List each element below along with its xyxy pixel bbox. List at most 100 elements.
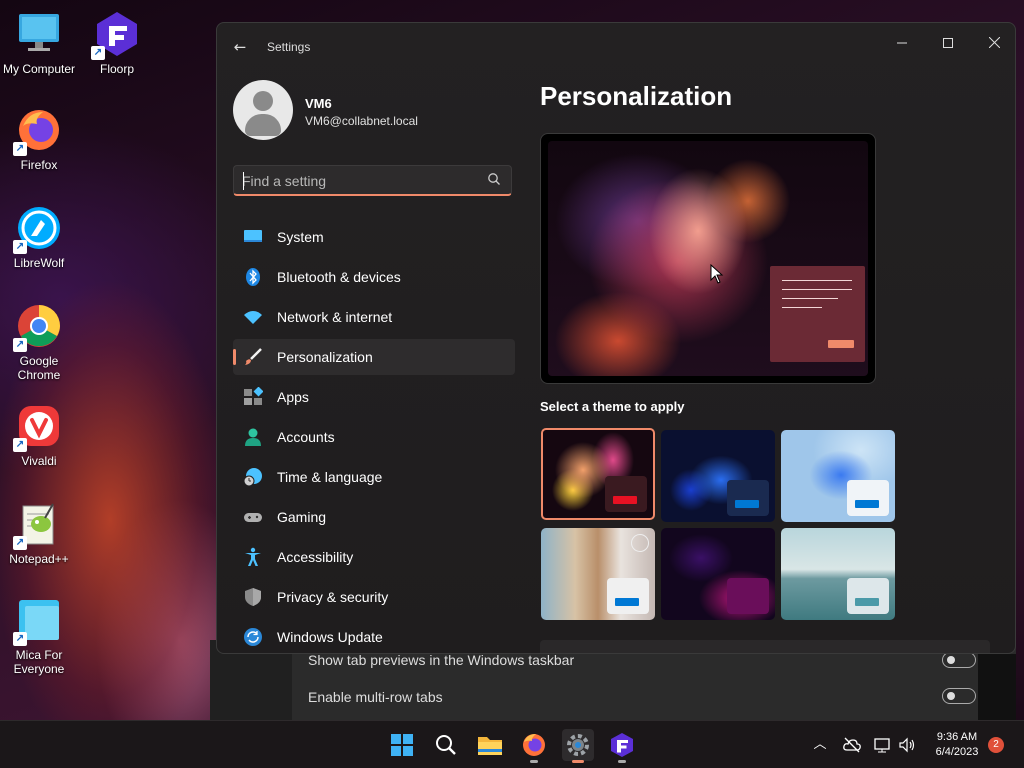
tab-previews-toggle[interactable]: [942, 652, 976, 668]
firefox-icon: [523, 734, 545, 756]
sidebar-item-bluetooth[interactable]: Bluetooth & devices: [233, 259, 515, 295]
accessibility-icon: [245, 547, 261, 566]
desktop-icon-floorp[interactable]: ↗ Floorp: [78, 10, 156, 76]
sidebar-item-accounts[interactable]: Accounts: [233, 419, 515, 455]
sidebar-item-accessibility[interactable]: Accessibility: [233, 539, 515, 575]
sidebar-item-personalization[interactable]: Personalization: [233, 339, 515, 375]
preview-window-sample: [770, 266, 865, 362]
search-icon[interactable]: [487, 172, 501, 186]
desktop-icon-mica[interactable]: ↗ Mica For Everyone: [0, 596, 78, 676]
theme-thumbnail-6[interactable]: [781, 528, 895, 620]
clock-date: 6/4/2023: [935, 746, 979, 758]
notification-badge[interactable]: 2: [988, 737, 1004, 753]
user-icon: [253, 91, 273, 111]
sidebar-item-apps[interactable]: Apps: [233, 379, 515, 415]
brush-icon: [245, 348, 262, 365]
page-title: Personalization: [540, 81, 733, 111]
back-button[interactable]: ←: [229, 37, 251, 57]
sidebar-item-time-language[interactable]: Time & language: [233, 459, 515, 495]
sidebar-item-network[interactable]: Network & internet: [233, 299, 515, 335]
clock-globe-icon: [243, 468, 262, 487]
accounts-icon: [245, 428, 261, 446]
taskbar-search-button[interactable]: [430, 729, 462, 761]
sidebar-item-system[interactable]: System: [233, 219, 515, 255]
desktop-icon-notepadpp[interactable]: ↗ Notepad++: [0, 500, 78, 566]
wifi-icon: [244, 311, 262, 324]
theme-preview: [540, 133, 876, 384]
system-icon: [244, 230, 262, 242]
speaker-icon: [899, 737, 915, 753]
desktop-icon-chrome[interactable]: ↗ Google Chrome: [0, 302, 78, 382]
background-app-panel: [978, 654, 1016, 720]
floorp-icon: [611, 733, 633, 757]
update-icon: [244, 628, 262, 646]
desktop-icon-librewolf[interactable]: ↗ LibreWolf: [0, 204, 78, 270]
start-button[interactable]: [386, 729, 418, 761]
theme-thumbnail-3[interactable]: [781, 430, 895, 522]
search-box[interactable]: [233, 165, 512, 196]
settings-window: ← Settings VM6 VM6@collabnet.local Syste…: [216, 22, 1016, 654]
chrome-icon: ↗: [13, 302, 63, 352]
user-email: VM6@collabnet.local: [305, 114, 418, 128]
sidebar-item-privacy[interactable]: Privacy & security: [233, 579, 515, 615]
sidebar-item-windows-update[interactable]: Windows Update: [233, 619, 515, 653]
slideshow-icon: [631, 534, 649, 552]
theme-grid: [540, 428, 900, 620]
maximize-button[interactable]: [925, 29, 971, 59]
vivaldi-icon: ↗: [13, 402, 63, 452]
theme-thumbnail-1[interactable]: [541, 428, 655, 520]
desktop-icon-my-computer[interactable]: My Computer: [0, 10, 78, 76]
wallpaper-preview: [548, 141, 868, 376]
taskbar-settings[interactable]: [562, 729, 594, 763]
cloud-off-icon: [843, 737, 861, 753]
librewolf-icon: ↗: [13, 204, 63, 254]
theme-thumbnail-5[interactable]: [661, 528, 775, 620]
title-bar[interactable]: ← Settings: [217, 23, 1015, 69]
multi-row-tabs-toggle[interactable]: [942, 688, 976, 704]
bluetooth-icon: [246, 268, 260, 286]
sidebar-item-gaming[interactable]: Gaming: [233, 499, 515, 535]
tray-network-icon[interactable]: [873, 735, 893, 755]
text-caret: [243, 172, 244, 190]
gear-icon: [567, 734, 589, 756]
firefox-icon: ↗: [13, 106, 63, 156]
tray-cloud-icon[interactable]: [842, 735, 862, 755]
active-indicator: [233, 349, 236, 365]
theme-thumbnail-2[interactable]: [661, 430, 775, 522]
notepadpp-icon: ↗: [13, 500, 63, 550]
taskbar-floorp[interactable]: [606, 729, 638, 763]
taskbar: ︿ 9:36 AM 6/4/2023 2: [0, 720, 1024, 768]
floorp-icon: ↗: [91, 10, 141, 60]
mouse-cursor-icon: [710, 264, 724, 284]
network-icon: [874, 738, 890, 753]
window-title: Settings: [267, 40, 311, 54]
desktop-icon-firefox[interactable]: ↗ Firefox: [0, 106, 78, 172]
sidebar-nav: System Bluetooth & devices Network & int…: [233, 219, 515, 653]
close-button[interactable]: [971, 29, 1015, 59]
desktop-icon-vivaldi[interactable]: ↗ Vivaldi: [0, 402, 78, 468]
taskbar-firefox[interactable]: [518, 729, 550, 763]
settings-card[interactable]: [540, 640, 990, 653]
system-clock[interactable]: 9:36 AM 6/4/2023: [922, 730, 992, 760]
windows-logo-icon: [391, 734, 413, 756]
search-icon: [436, 735, 456, 755]
setting-row-label: Show tab previews in the Windows taskbar: [308, 652, 575, 668]
taskbar-file-explorer[interactable]: [474, 729, 506, 761]
folder-icon: [478, 737, 502, 755]
apps-icon: [244, 387, 263, 405]
show-hidden-icons-button[interactable]: ︿: [810, 735, 830, 755]
theme-thumbnail-4[interactable]: [541, 528, 655, 620]
search-input[interactable]: [242, 171, 472, 191]
avatar[interactable]: [233, 80, 293, 140]
maximize-icon: [943, 38, 953, 48]
clock-time: 9:36 AM: [936, 731, 978, 743]
tray-volume-icon[interactable]: [897, 735, 917, 755]
chevron-up-icon: ︿: [813, 737, 827, 752]
theme-section-heading: Select a theme to apply: [540, 399, 685, 414]
gamepad-icon: [244, 513, 262, 522]
setting-row-label: Enable multi-row tabs: [308, 689, 443, 705]
minimize-icon: [897, 42, 907, 44]
arrow-left-icon: ←: [233, 38, 247, 56]
minimize-button[interactable]: [879, 29, 925, 59]
user-name: VM6: [305, 96, 332, 111]
